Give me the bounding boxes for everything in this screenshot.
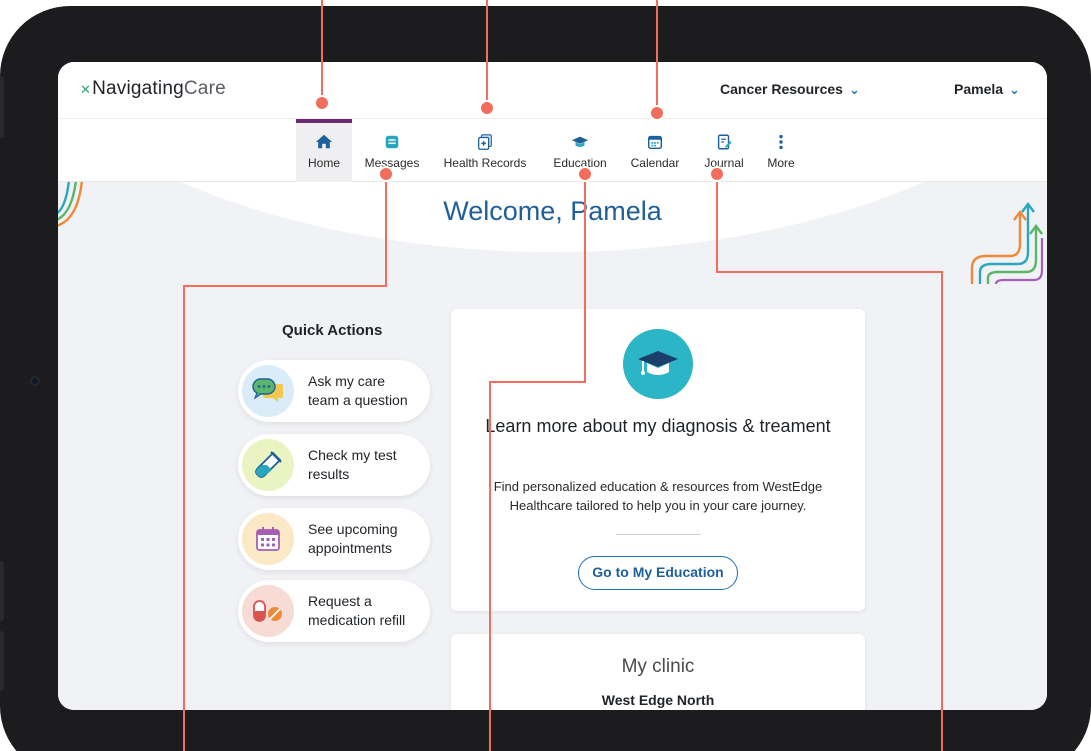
education-card-description: Find personalized education & resources …	[493, 479, 823, 513]
nav-label: Home	[307, 156, 340, 170]
chevron-down-icon: ⌄	[848, 82, 860, 97]
nav-item-more[interactable]: More	[758, 119, 804, 182]
nav-label: Health Records	[443, 156, 527, 170]
chat-bubbles-icon	[242, 365, 294, 417]
decorative-arrows-right	[970, 202, 1044, 285]
user-menu[interactable]: Pamela ⌄	[954, 81, 1020, 98]
calendar-icon	[242, 513, 294, 565]
calendar-icon	[647, 135, 663, 150]
logo-text-main: Navigating	[92, 78, 184, 99]
nav-label: Calendar	[630, 156, 680, 170]
nav-item-health-records[interactable]: Health Records	[436, 119, 534, 182]
journal-icon	[717, 134, 732, 150]
quick-action-label: See upcoming appointments	[308, 521, 398, 556]
education-card-title: Learn more about my diagnosis & treament	[485, 416, 831, 436]
nav-label: Education	[553, 156, 607, 170]
cancer-resources-menu[interactable]: Cancer Resources ⌄	[720, 81, 860, 98]
home-content: Welcome, Pamela Quick Actions Ask my car…	[58, 182, 1047, 710]
side-button-bottom	[0, 631, 4, 691]
nav-item-education[interactable]: Education	[546, 119, 614, 182]
graduation-cap-icon	[571, 136, 589, 147]
quick-action-ask-care-team[interactable]: Ask my care team a question	[238, 360, 430, 422]
nav-label: Messages	[364, 156, 420, 170]
decorative-arcs-left	[58, 182, 83, 227]
go-to-education-button[interactable]: Go to My Education	[578, 556, 738, 590]
cancer-resources-label: Cancer Resources	[720, 81, 843, 97]
nav-label: More	[767, 156, 795, 170]
quick-action-check-test-results[interactable]: Check my test results	[238, 434, 430, 496]
quick-action-label: Check my test results	[308, 447, 397, 482]
nav-item-home[interactable]: Home	[296, 119, 352, 182]
quick-action-label: Ask my care team a question	[308, 373, 408, 408]
quick-action-label: Request a medication refill	[308, 593, 406, 628]
clinic-card: My clinic West Edge North	[451, 634, 865, 710]
front-camera	[30, 376, 40, 386]
clinic-card-title: My clinic	[621, 656, 695, 677]
quick-actions-title: Quick Actions	[282, 322, 383, 339]
quick-action-medication-refill[interactable]: Request a medication refill	[238, 580, 430, 642]
home-icon	[315, 134, 333, 149]
main-nav: Home Messages Health Records Education C…	[58, 118, 1047, 182]
more-vertical-icon	[779, 134, 783, 150]
user-name-label: Pamela	[954, 81, 1004, 97]
divider	[616, 534, 701, 535]
side-button-lower	[0, 561, 4, 621]
nav-item-journal[interactable]: Journal	[696, 119, 752, 182]
graduation-cap-icon	[623, 329, 693, 399]
test-tube-icon	[242, 439, 294, 491]
app-header: ✕NavigatingCare Cancer Resources ⌄ Pamela…	[58, 62, 1047, 118]
nav-item-messages[interactable]: Messages	[358, 119, 426, 182]
app-logo[interactable]: ✕NavigatingCare	[80, 78, 226, 100]
logo-text-accent: Care	[183, 78, 226, 99]
tablet-frame: ✕NavigatingCare Cancer Resources ⌄ Pamela…	[0, 6, 1091, 751]
volume-button	[0, 76, 4, 138]
app-screen: ✕NavigatingCare Cancer Resources ⌄ Pamela…	[58, 62, 1047, 710]
logo-mark-icon: ✕	[80, 82, 92, 97]
quick-action-see-appointments[interactable]: See upcoming appointments	[238, 508, 430, 570]
messages-icon	[385, 135, 399, 149]
welcome-heading: Welcome, Pamela	[443, 196, 662, 226]
chevron-down-icon: ⌄	[1009, 82, 1020, 97]
health-records-icon	[478, 134, 492, 150]
nav-label: Journal	[704, 156, 744, 170]
nav-item-calendar[interactable]: Calendar	[624, 119, 686, 182]
pills-icon	[242, 585, 294, 637]
education-card: Learn more about my diagnosis & treament…	[451, 309, 865, 611]
clinic-name: West Edge North	[601, 692, 715, 708]
